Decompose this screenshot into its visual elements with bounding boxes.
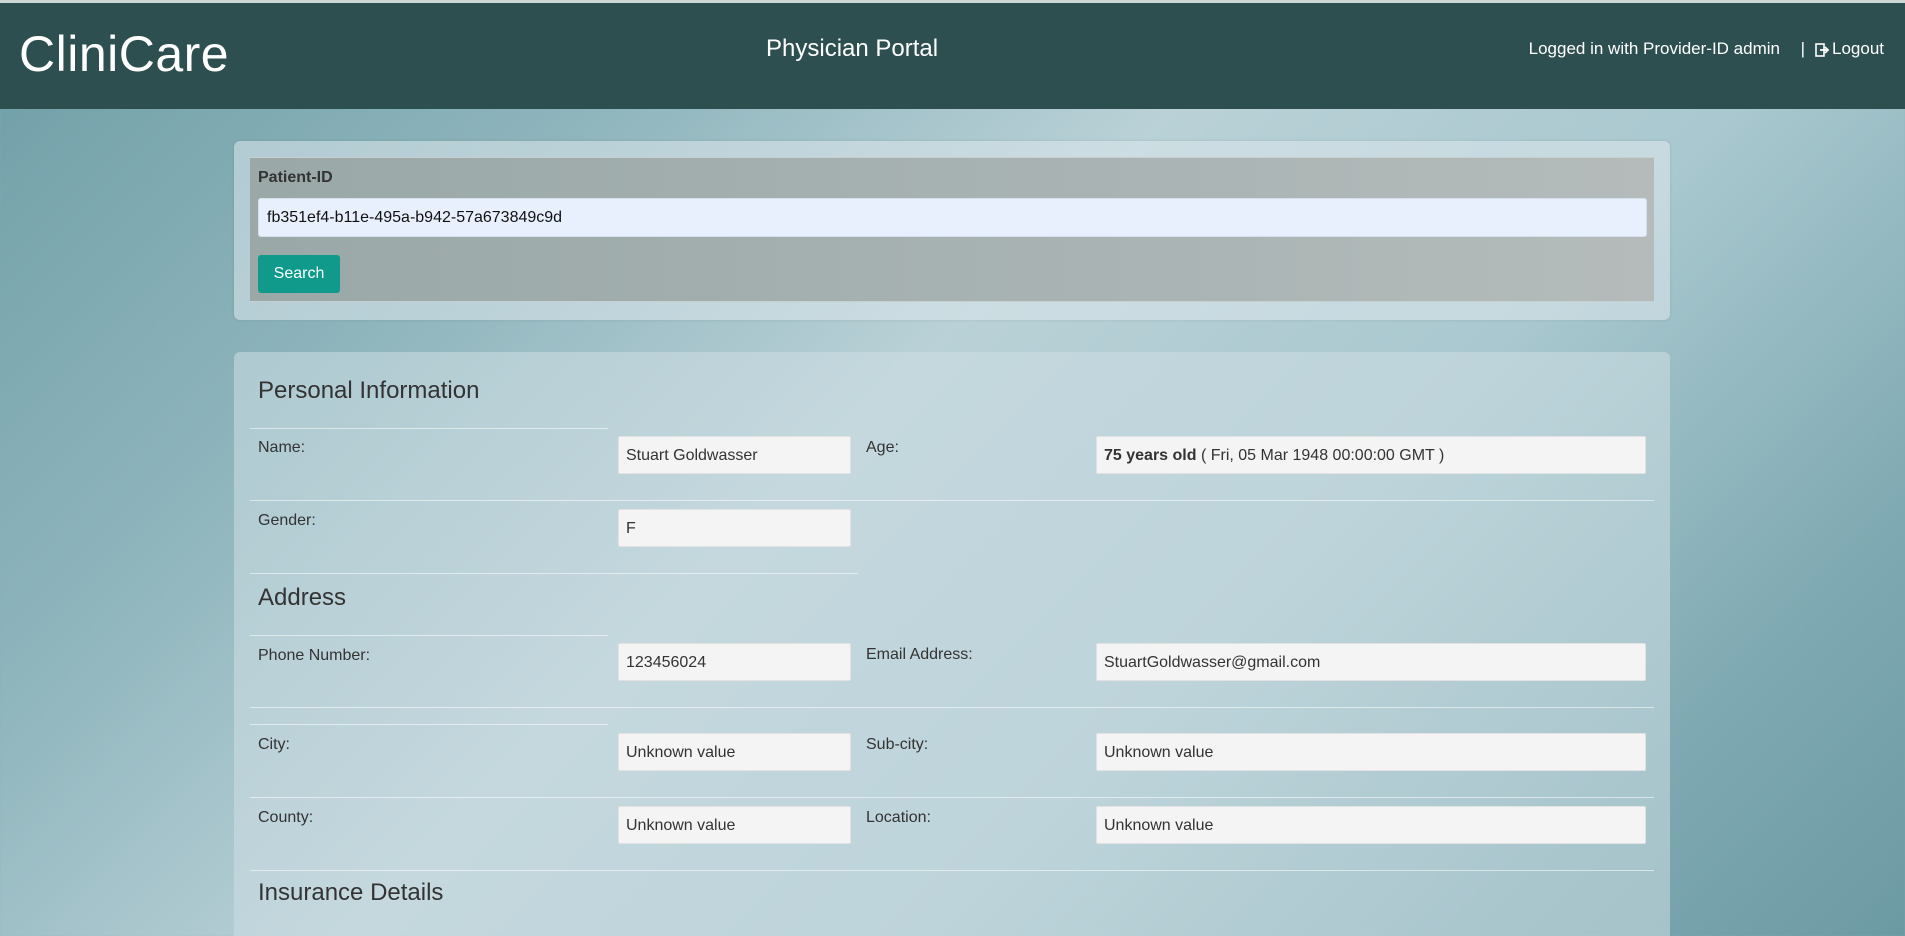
personal-info-title: Personal Information — [258, 377, 480, 404]
insurance-title: Insurance Details — [258, 879, 444, 906]
subcity-value: Unknown value — [1096, 733, 1646, 771]
date-of-birth: ( Fri, 05 Mar 1948 00:00:00 GMT ) — [1196, 447, 1445, 464]
search-button[interactable]: Search — [258, 255, 340, 293]
age-value: 75 years old ( Fri, 05 Mar 1948 00:00:00… — [1096, 436, 1646, 474]
login-status: Logged in with Provider-ID admin — [1528, 39, 1780, 58]
divider — [250, 870, 1654, 871]
brand-logo[interactable]: CliniCare — [19, 25, 229, 83]
patient-id-label: Patient-ID — [258, 169, 333, 186]
phone-label: Phone Number: — [258, 647, 371, 664]
address-title: Address — [258, 584, 347, 611]
patient-id-input[interactable] — [258, 198, 1647, 237]
divider — [250, 635, 608, 636]
divider — [250, 797, 1654, 798]
nav-separator: | — [1800, 39, 1805, 58]
county-label: County: — [258, 809, 314, 826]
navbar: CliniCare Physician Portal Logged in wit… — [0, 3, 1905, 109]
subcity-label: Sub-city: — [866, 736, 929, 753]
age-label: Age: — [866, 439, 899, 456]
portal-title: Physician Portal — [766, 35, 939, 62]
patient-search-form: Patient-ID Search — [250, 157, 1654, 302]
age-years: 75 years old — [1104, 447, 1197, 464]
city-value: Unknown value — [618, 733, 851, 771]
logout-label: Logout — [1832, 39, 1884, 58]
city-label: City: — [258, 736, 290, 753]
divider — [250, 428, 608, 429]
email-value: StuartGoldwasser@gmail.com — [1096, 643, 1646, 681]
gender-value: F — [618, 509, 851, 547]
location-label: Location: — [866, 809, 931, 826]
name-value: Stuart Goldwasser — [618, 436, 851, 474]
divider — [250, 707, 1654, 708]
email-label: Email Address: — [866, 646, 973, 663]
name-label: Name: — [258, 439, 306, 456]
patient-search-card: Patient-ID Search — [234, 141, 1670, 320]
patient-info-card: Personal Information Name: Stuart Goldwa… — [234, 352, 1670, 936]
logout-icon — [1815, 42, 1830, 57]
county-value: Unknown value — [618, 806, 851, 844]
divider — [250, 573, 858, 574]
logout-button[interactable]: Logout — [1815, 39, 1884, 59]
gender-label: Gender: — [258, 512, 316, 529]
phone-value: 123456024 — [618, 643, 851, 681]
location-value: Unknown value — [1096, 806, 1646, 844]
divider — [250, 500, 1654, 501]
divider — [250, 724, 608, 725]
